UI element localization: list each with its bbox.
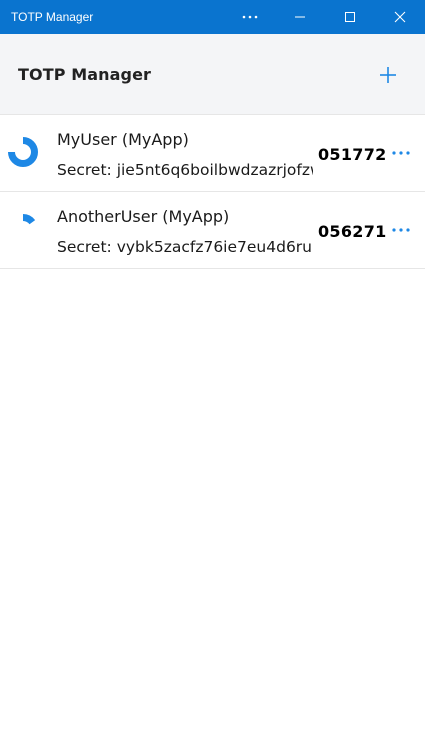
totp-code: 051772 (318, 145, 387, 164)
page-title: TOTP Manager (18, 65, 152, 84)
app-header: TOTP Manager (0, 34, 425, 115)
countdown-timer-icon (22, 214, 36, 225)
close-button[interactable] (375, 0, 425, 34)
account-name: MyUser (MyApp) (57, 130, 189, 149)
entry-menu-button[interactable] (387, 218, 415, 242)
maximize-icon (345, 12, 355, 22)
account-secret: Secret: jie5nt6q6boilbwdzazrjofzwu (57, 161, 313, 179)
account-name: AnotherUser (MyApp) (57, 207, 230, 226)
window-title: TOTP Manager (11, 10, 94, 24)
ellipsis-icon (392, 228, 410, 232)
timer-arc (22, 214, 36, 225)
minimize-icon (295, 16, 305, 18)
plus-icon (380, 67, 396, 83)
add-entry-button[interactable] (373, 60, 403, 90)
entry-menu-button[interactable] (387, 141, 415, 165)
account-secret: Secret: vybk5zacfz76ie7eu4d6ruhrb (57, 238, 313, 256)
more-icon (242, 15, 258, 19)
timer-arc (8, 137, 38, 167)
window-more-button[interactable] (225, 0, 275, 34)
countdown-timer-icon (8, 137, 38, 167)
close-icon (394, 11, 406, 23)
maximize-button[interactable] (325, 0, 375, 34)
minimize-button[interactable] (275, 0, 325, 34)
totp-code: 056271 (318, 222, 387, 241)
totp-list: MyUser (MyApp) Secret: jie5nt6q6boilbwdz… (0, 115, 425, 269)
list-item[interactable]: AnotherUser (MyApp) Secret: vybk5zacfz76… (0, 192, 425, 269)
list-item[interactable]: MyUser (MyApp) Secret: jie5nt6q6boilbwdz… (0, 115, 425, 192)
ellipsis-icon (392, 151, 410, 155)
title-bar: TOTP Manager (0, 0, 425, 34)
